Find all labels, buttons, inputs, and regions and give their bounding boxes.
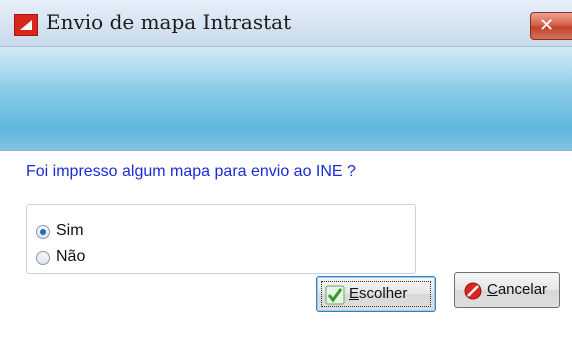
close-icon: ✕	[539, 15, 555, 36]
close-button[interactable]: ✕	[530, 12, 572, 40]
checkmark-icon	[325, 285, 345, 305]
radio-nao[interactable]	[36, 251, 50, 265]
question-text: Foi impresso algum mapa para envio ao IN…	[26, 163, 356, 180]
option-sim-label[interactable]: Sim	[56, 222, 84, 240]
option-nao-label[interactable]: Não	[56, 248, 85, 266]
cancel-icon	[464, 282, 482, 300]
radio-selected-dot	[40, 229, 46, 235]
app-logo-icon	[14, 14, 38, 36]
cancelar-button-label: Cancelar	[487, 281, 548, 298]
radio-sim[interactable]	[36, 225, 50, 239]
cancelar-button[interactable]: Cancelar	[454, 272, 560, 308]
header-banner	[0, 47, 572, 150]
app-logo-icon-glyph	[20, 20, 32, 30]
dialog-window: Envio de mapa Intrastat ✕ Foi impresso a…	[0, 0, 572, 340]
window-title: Envio de mapa Intrastat	[46, 10, 292, 34]
header-sheen	[0, 47, 572, 87]
escolher-button-label: Escolher	[349, 285, 408, 302]
title-bar[interactable]: Envio de mapa Intrastat ✕	[0, 0, 572, 47]
escolher-button[interactable]: Escolher	[316, 276, 436, 312]
